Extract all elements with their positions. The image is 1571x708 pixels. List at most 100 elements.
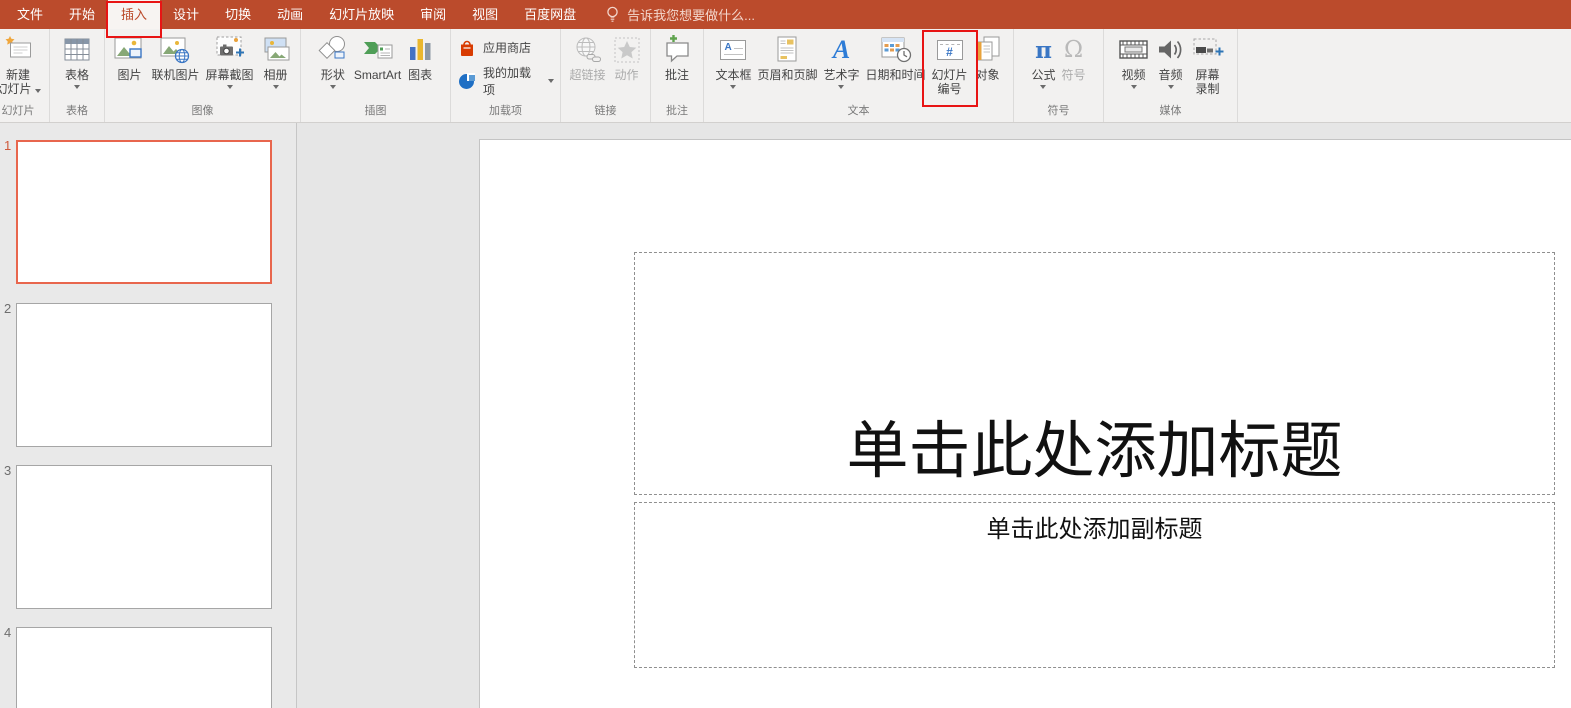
tab-design[interactable]: 设计 — [160, 0, 212, 29]
comment-label: 批注 — [665, 68, 689, 82]
subtitle-placeholder[interactable]: 单击此处添加副标题 — [634, 502, 1555, 668]
shapes-button[interactable]: 形状 — [315, 31, 351, 103]
textbox-button[interactable]: A 文本框 — [712, 31, 754, 103]
header-footer-button[interactable]: 页眉和页脚 — [754, 31, 820, 103]
screenshot-label: 屏幕截图 — [206, 68, 254, 82]
slide-number-button[interactable]: # 幻灯片 编号 — [929, 31, 971, 103]
action-icon — [612, 32, 642, 68]
table-button[interactable]: 表格 — [60, 31, 94, 103]
app-store-label: 应用商店 — [483, 39, 531, 56]
ribbon-group-text: A 文本框 页眉和页脚 A 艺术字 日期和时间 — [704, 29, 1014, 122]
wordart-icon: A — [833, 35, 850, 65]
ribbon-group-links: 超链接 动作 链接 — [561, 29, 651, 122]
dropdown-arrow-icon — [1040, 85, 1046, 89]
group-label-links: 链接 — [561, 104, 650, 122]
dropdown-arrow-icon — [35, 89, 41, 93]
datetime-label: 日期和时间 — [866, 68, 926, 82]
new-slide-label-line1: 新建 — [6, 68, 30, 82]
tellme-search[interactable]: 告诉我您想要做什么... — [605, 0, 755, 29]
hyperlink-button[interactable]: 超链接 — [566, 31, 608, 103]
app-store-button[interactable]: 应用商店 — [457, 36, 531, 58]
tab-slideshow[interactable]: 幻灯片放映 — [316, 0, 407, 29]
my-addins-icon — [457, 71, 477, 91]
wordart-label: 艺术字 — [823, 68, 859, 82]
my-addins-label: 我的加载项 — [483, 64, 542, 98]
photo-album-button[interactable]: 相册 — [257, 31, 295, 103]
video-button[interactable]: 视频 — [1115, 31, 1153, 103]
tab-review[interactable]: 审阅 — [407, 0, 459, 29]
smartart-icon — [361, 32, 395, 68]
table-icon — [63, 32, 91, 68]
tab-transitions[interactable]: 切换 — [212, 0, 264, 29]
slide-number-2: 2 — [4, 301, 16, 316]
ribbon: 新建 幻灯片 幻灯片 表格 表格 图片 — [0, 29, 1571, 123]
slide-number-3: 3 — [4, 463, 16, 478]
video-icon — [1118, 32, 1150, 68]
slide-number-icon: # — [937, 40, 963, 60]
picture-button[interactable]: 图片 — [110, 31, 148, 103]
table-label: 表格 — [65, 68, 89, 82]
video-label: 视频 — [1121, 68, 1145, 82]
ribbon-group-tables: 表格 表格 — [50, 29, 105, 122]
screenshot-button[interactable]: 屏幕截图 — [203, 31, 257, 103]
screen-record-label-line2: 录制 — [1195, 82, 1219, 96]
slide-thumbnail-4[interactable] — [16, 627, 272, 708]
picture-label: 图片 — [117, 68, 141, 82]
store-icon — [457, 36, 477, 58]
datetime-button[interactable]: 日期和时间 — [863, 31, 929, 103]
object-button[interactable]: 对象 — [971, 31, 1005, 103]
tab-view[interactable]: 视图 — [459, 0, 511, 29]
ribbon-group-slides: 新建 幻灯片 幻灯片 — [0, 29, 50, 122]
equation-icon: π — [1035, 37, 1052, 64]
title-placeholder-text: 单击此处添加标题 — [846, 418, 1342, 494]
smartart-button[interactable]: SmartArt — [351, 31, 404, 103]
equation-button[interactable]: π 公式 — [1028, 31, 1058, 103]
tab-animations[interactable]: 动画 — [264, 0, 316, 29]
screen-record-label-line1: 屏幕 — [1195, 68, 1219, 82]
audio-label: 音频 — [1158, 68, 1182, 82]
wordart-button[interactable]: A 艺术字 — [820, 31, 862, 103]
slide-editor-area: 单击此处添加标题 单击此处添加副标题 — [298, 123, 1571, 708]
ribbon-group-illustrations: 形状 SmartArt 图表 插图 — [301, 29, 451, 122]
textbox-icon: A — [720, 40, 746, 60]
subtitle-placeholder-text: 单击此处添加副标题 — [987, 503, 1203, 544]
picture-icon — [113, 32, 145, 68]
new-slide-button[interactable]: 新建 幻灯片 — [0, 31, 44, 103]
tab-file[interactable]: 文件 — [4, 0, 56, 29]
group-label-symbols: 符号 — [1014, 104, 1103, 122]
dropdown-arrow-icon — [330, 85, 336, 89]
title-placeholder[interactable]: 单击此处添加标题 — [634, 252, 1555, 495]
slide-thumbnail-1[interactable] — [16, 140, 272, 284]
photo-album-label: 相册 — [264, 68, 288, 82]
comment-icon — [662, 32, 692, 68]
tab-insert[interactable]: 插入 — [108, 0, 160, 29]
chart-button[interactable]: 图表 — [404, 31, 436, 103]
slide-thumbnail-3[interactable] — [16, 465, 272, 609]
my-addins-button[interactable]: 我的加载项 — [457, 64, 554, 98]
shapes-icon — [318, 32, 348, 68]
online-picture-button[interactable]: 联机图片 — [148, 31, 202, 103]
tab-baidu-netdisk[interactable]: 百度网盘 — [511, 0, 589, 29]
comment-button[interactable]: 批注 — [659, 31, 695, 103]
screen-record-icon — [1192, 32, 1224, 68]
dropdown-arrow-icon — [1168, 85, 1174, 89]
group-label-images: 图像 — [105, 104, 300, 122]
slide-number-label-line2: 编号 — [938, 82, 962, 96]
slide-number-label-line1: 幻灯片 — [932, 68, 968, 82]
online-picture-icon — [159, 32, 191, 68]
screen-record-button[interactable]: 屏幕 录制 — [1189, 31, 1227, 103]
tellme-label: 告诉我您想要做什么... — [627, 5, 755, 24]
photo-album-icon — [260, 32, 292, 68]
slide-thumbnail-2[interactable] — [16, 303, 272, 447]
header-footer-label: 页眉和页脚 — [757, 68, 817, 82]
action-button[interactable]: 动作 — [609, 31, 645, 103]
audio-button[interactable]: 音频 — [1153, 31, 1189, 103]
dropdown-arrow-icon — [273, 85, 279, 89]
new-slide-icon — [3, 32, 33, 68]
symbol-button[interactable]: Ω 符号 — [1059, 31, 1089, 103]
tab-home[interactable]: 开始 — [56, 0, 108, 29]
ribbon-group-comments: 批注 批注 — [651, 29, 704, 122]
smartart-label: SmartArt — [354, 68, 401, 82]
screenshot-icon — [214, 32, 246, 68]
lightbulb-icon — [605, 5, 620, 25]
